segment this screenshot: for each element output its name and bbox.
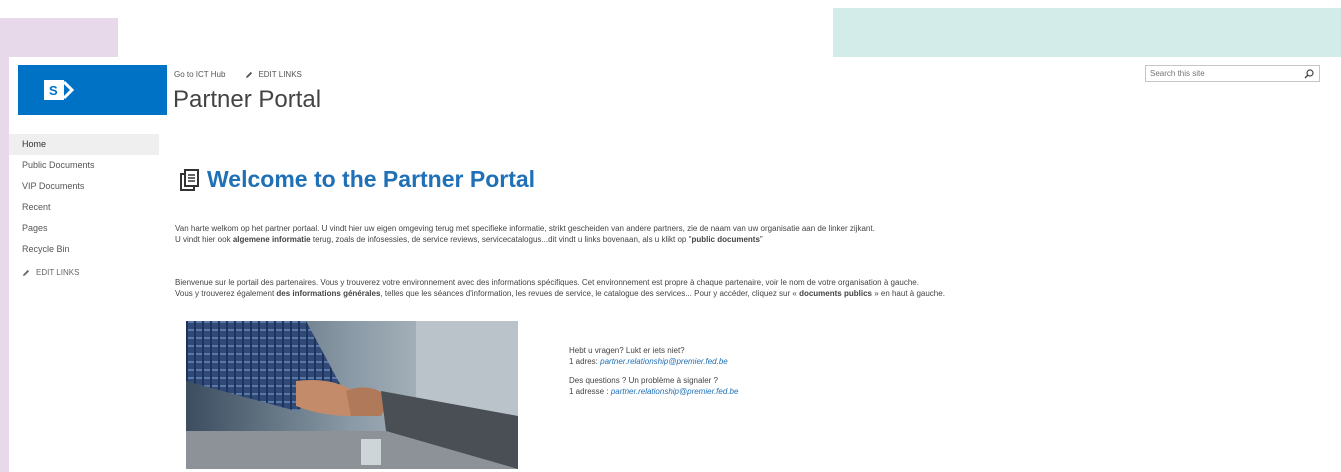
sidebar-item-vip-documents[interactable]: VIP Documents bbox=[9, 176, 159, 197]
contact-fr-email-link[interactable]: partner.relationship@premier.fed.be bbox=[611, 387, 739, 396]
site-title[interactable]: Partner Portal bbox=[173, 86, 321, 114]
handshake-illustration bbox=[186, 321, 518, 469]
pencil-icon bbox=[23, 269, 30, 276]
ict-hub-link[interactable]: Go to ICT Hub bbox=[174, 70, 225, 79]
heading-text: Welcome to the Partner Portal bbox=[207, 166, 536, 192]
edit-links-label: EDIT LINKS bbox=[36, 268, 80, 277]
contact-block-fr: Des questions ? Un problème à signaler ?… bbox=[569, 375, 738, 397]
top-links: Go to ICT Hub EDIT LINKS bbox=[174, 70, 302, 79]
contact-fr-address: 1 adresse : partner.relationship@premier… bbox=[569, 387, 739, 396]
contact-nl-address: 1 adres: partner.relationship@premier.fe… bbox=[569, 357, 728, 366]
contact-block-nl: Hebt u vragen? Lukt er iets niet? 1 adre… bbox=[569, 345, 728, 367]
intro-fr-line-2: Vous y trouverez également des informati… bbox=[175, 289, 945, 298]
edit-links-sidebar[interactable]: EDIT LINKS bbox=[9, 268, 159, 277]
sharepoint-logo-icon: S bbox=[44, 80, 75, 100]
sidebar-item-recycle-bin[interactable]: Recycle Bin bbox=[9, 239, 159, 260]
sharepoint-page: S Go to ICT Hub EDIT LINKS Partner Porta… bbox=[9, 57, 1341, 472]
documents-icon bbox=[180, 168, 199, 191]
sidebar-item-pages[interactable]: Pages bbox=[9, 218, 159, 239]
intro-fr-line-1: Bienvenue sur le portail des partenaires… bbox=[175, 278, 919, 287]
edit-links-label: EDIT LINKS bbox=[258, 70, 302, 79]
documents-publics-text: documents publics bbox=[799, 289, 872, 298]
search-icon bbox=[1304, 68, 1314, 78]
intro-paragraph-nl: Van harte welkom op het partner portaal.… bbox=[175, 223, 875, 245]
intro-nl-line-1: Van harte welkom op het partner portaal.… bbox=[175, 224, 875, 233]
contact-fr-question: Des questions ? Un problème à signaler ? bbox=[569, 376, 718, 385]
svg-text:S: S bbox=[49, 83, 58, 98]
edit-links-top[interactable]: EDIT LINKS bbox=[245, 70, 302, 79]
search-input[interactable] bbox=[1146, 69, 1290, 78]
contact-nl-question: Hebt u vragen? Lukt er iets niet? bbox=[569, 346, 685, 355]
contact-nl-email-link[interactable]: partner.relationship@premier.fed.be bbox=[600, 357, 728, 366]
search-box bbox=[1145, 65, 1320, 82]
quick-launch-nav: Home Public Documents VIP Documents Rece… bbox=[9, 134, 159, 277]
pencil-icon bbox=[246, 71, 253, 78]
sidebar-item-public-documents[interactable]: Public Documents bbox=[9, 155, 159, 176]
handshake-image bbox=[186, 321, 518, 469]
page-heading: Welcome to the Partner Portal bbox=[179, 166, 535, 193]
sidebar-item-recent[interactable]: Recent bbox=[9, 197, 159, 218]
intro-paragraph-fr: Bienvenue sur le portail des partenaires… bbox=[175, 277, 945, 299]
sharepoint-logo[interactable]: S bbox=[18, 65, 167, 115]
sidebar-item-home[interactable]: Home bbox=[9, 134, 159, 155]
intro-nl-line-2: U vindt hier ook algemene informatie ter… bbox=[175, 235, 763, 244]
public-documents-text: public documents bbox=[691, 235, 760, 244]
search-button[interactable] bbox=[1302, 67, 1316, 81]
